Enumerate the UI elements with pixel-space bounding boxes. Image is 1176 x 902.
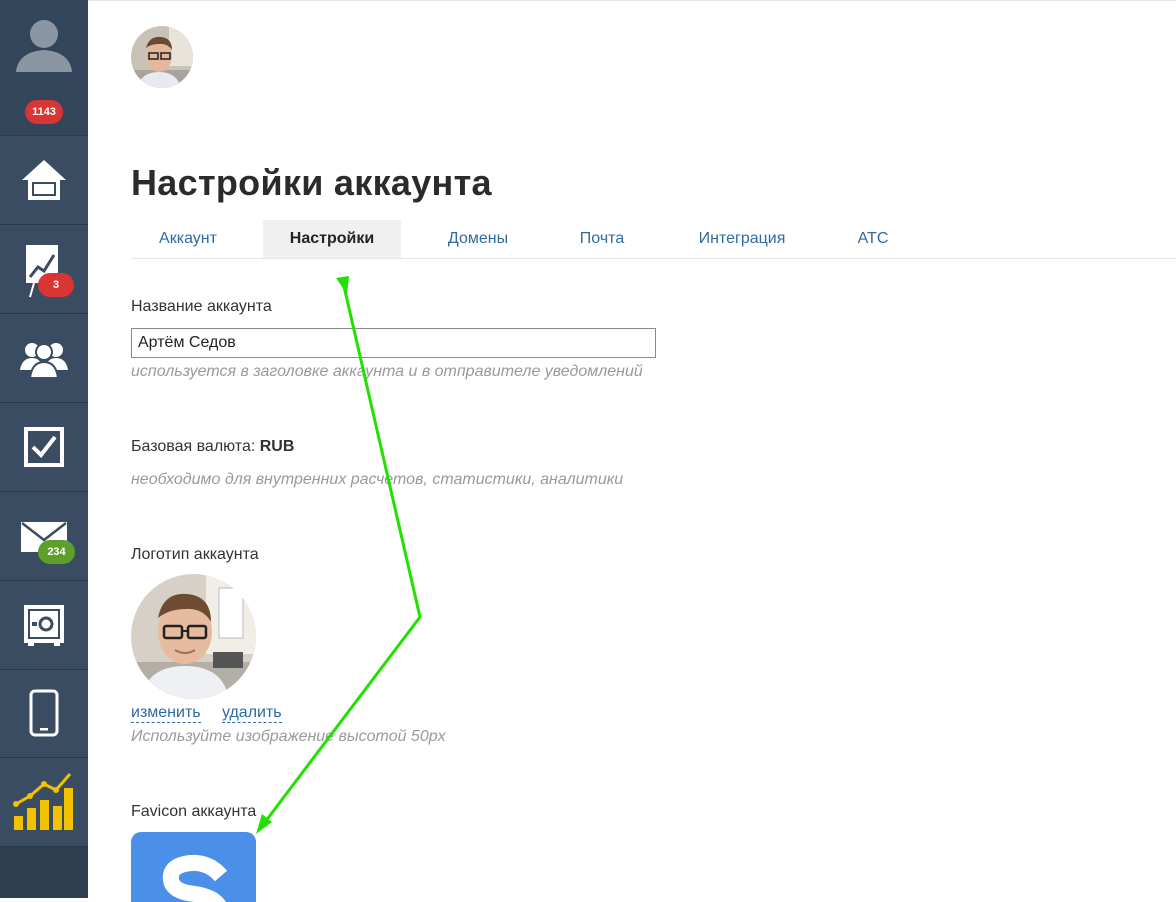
analytics-icon <box>13 773 73 830</box>
home-icon <box>22 160 66 200</box>
tab-mail[interactable]: Почта <box>551 220 653 258</box>
tasks-icon <box>24 427 64 467</box>
safe-icon <box>24 605 64 646</box>
sidebar-item-tasks[interactable] <box>0 403 88 492</box>
currency-value: RUB <box>259 438 295 455</box>
avatar-photo <box>131 26 193 88</box>
tab-integration[interactable]: Интеграция <box>677 220 807 258</box>
account-name-hint: используется в заголовке аккаунта и в от… <box>131 363 643 380</box>
logo-delete-link[interactable]: удалить <box>222 704 282 723</box>
sidebar-item-safe[interactable] <box>0 581 88 670</box>
deals-badge: 3 <box>38 273 74 297</box>
sidebar-item-home[interactable] <box>0 136 88 225</box>
favicon-label: Favicon аккаунта <box>131 803 257 820</box>
favicon-preview <box>131 832 256 902</box>
top-divider <box>88 0 1176 1</box>
contacts-icon <box>20 343 68 378</box>
user-avatar[interactable] <box>131 26 193 88</box>
sidebar-item-mail[interactable]: 234 <box>0 492 88 581</box>
sidebar-profile[interactable]: 1143 <box>0 0 88 136</box>
tab-settings[interactable]: Настройки <box>263 220 401 258</box>
tab-domains[interactable]: Домены <box>421 220 535 258</box>
sidebar-item-deals[interactable]: 3 <box>0 225 88 314</box>
user-icon <box>16 20 72 72</box>
account-name-label: Название аккаунта <box>131 298 272 315</box>
currency-hint: необходимо для внутренних расчетов, стат… <box>131 471 624 488</box>
settings-tabs: Аккаунт Настройки Домены Почта Интеграци… <box>131 220 1176 259</box>
currency-label: Базовая валюта: <box>131 438 256 455</box>
currency-row: Базовая валюта: RUB <box>131 438 294 456</box>
logo-hint: Используйте изображение высотой 50px <box>131 728 446 745</box>
logo-label: Логотип аккаунта <box>131 546 259 563</box>
sidebar-item-mobile[interactable] <box>0 670 88 758</box>
sidebar-item-analytics[interactable] <box>0 758 88 847</box>
account-logo <box>131 574 256 699</box>
notifications-badge: 1143 <box>25 100 63 124</box>
tab-pbx[interactable]: АТС <box>831 220 915 258</box>
account-name-input[interactable] <box>131 328 656 358</box>
logo-photo <box>131 574 256 699</box>
mobile-icon <box>29 689 59 737</box>
sidebar-item-contacts[interactable] <box>0 314 88 403</box>
tab-account[interactable]: Аккаунт <box>131 220 245 258</box>
sidebar: 1143 3 234 <box>0 0 88 898</box>
logo-change-link[interactable]: изменить <box>131 704 201 723</box>
favicon-s-icon <box>162 854 228 902</box>
page-title: Настройки аккаунта <box>131 162 492 203</box>
mail-badge: 234 <box>38 540 75 564</box>
